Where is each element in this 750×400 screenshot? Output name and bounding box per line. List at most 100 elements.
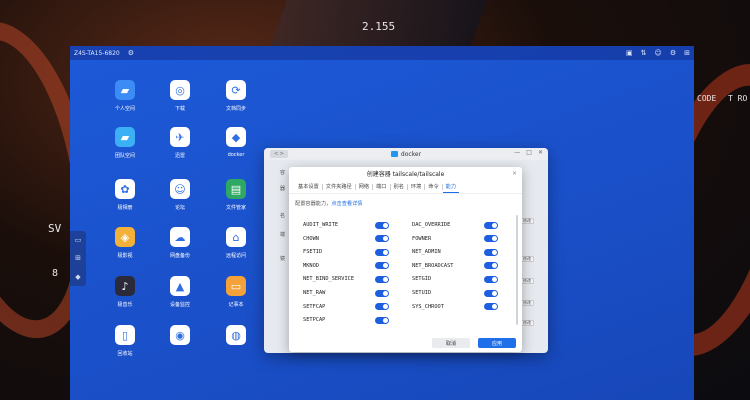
desktop-app-网盘备份[interactable]: ☁ 网盘备份: [160, 227, 200, 259]
desktop-app-记事本[interactable]: ▭ 记事本: [216, 276, 256, 308]
desktop-app-极音乐[interactable]: ♪ 极音乐: [105, 276, 145, 308]
remote-access-icon: ⌂: [226, 227, 246, 247]
sync-icon: ⟳: [226, 80, 246, 100]
desktop-app-label: docker: [227, 152, 245, 158]
back-forward-nav[interactable]: < >: [270, 150, 288, 158]
capability-toggle[interactable]: [375, 262, 389, 270]
desktop-app-docker[interactable]: ◆ docker: [216, 127, 256, 158]
desktop-app-回收站[interactable]: ▯ 回收站: [105, 325, 145, 357]
desktop-app-label: 团队空间: [114, 153, 135, 159]
user-icon[interactable]: ☺: [655, 49, 662, 57]
desktop-app-文件管家[interactable]: ▤ 文件管家: [216, 179, 256, 211]
edit-button[interactable]: 修改: [520, 218, 534, 224]
capability-label: FSETID: [303, 249, 323, 256]
tab-3[interactable]: 端口: [373, 180, 389, 193]
sort-icon[interactable]: ⇅: [641, 49, 647, 57]
disk-icon: ◉: [170, 325, 190, 345]
desktop-app-下载[interactable]: ◎ 下载: [160, 80, 200, 112]
dock-apps-icon[interactable]: ⊞: [75, 254, 81, 262]
desktop-app-团队空间[interactable]: ▰ 团队空间: [105, 127, 145, 159]
edit-button[interactable]: 修改: [520, 256, 534, 262]
capability-toggle[interactable]: [375, 248, 389, 256]
capability-toggle[interactable]: [375, 303, 389, 311]
desktop-app-label: 文件管家: [225, 205, 246, 211]
docker-titlebar: < > docker — □ ✕: [264, 148, 548, 160]
edit-button[interactable]: 修改: [520, 278, 534, 284]
dock-docker-icon[interactable]: ◆: [75, 273, 80, 281]
folder-icon: ▰: [115, 80, 135, 100]
control-panel-icon[interactable]: ▣: [626, 49, 633, 57]
details-link[interactable]: 点击查看详情: [331, 201, 362, 207]
create-container-dialog: 创建容器 tailscale/tailscale × 基本设置 文件夹路径 网络 端口…: [289, 167, 522, 352]
music-icon: ♪: [115, 276, 135, 296]
desktop-app-label: 论坛: [174, 205, 185, 211]
desktop-app-disk-icon[interactable]: ◉: [160, 325, 200, 345]
capability-toggle[interactable]: [375, 235, 389, 243]
gear-icon[interactable]: ⚙: [670, 49, 676, 57]
cancel-button[interactable]: 取消: [432, 338, 470, 348]
apply-button[interactable]: 应用: [478, 338, 516, 348]
tab-6[interactable]: 命令: [425, 180, 441, 193]
capability-toggle[interactable]: [484, 221, 498, 229]
capability-label: SETUID: [412, 290, 432, 296]
tab-1[interactable]: 文件夹路径: [323, 180, 355, 193]
desktop-app-safe-icon[interactable]: ◍: [216, 325, 256, 345]
tab-5[interactable]: 环境: [408, 180, 424, 193]
scrollbar[interactable]: [516, 215, 518, 325]
tab-4[interactable]: 别名: [391, 180, 407, 193]
capability-label: NET_BIND_SERVICE: [303, 276, 355, 283]
close-icon[interactable]: ✕: [538, 149, 543, 156]
dialog-title: 创建容器 tailscale/tailscale: [366, 171, 445, 178]
capability-toggle[interactable]: [375, 289, 389, 297]
window-controls: — □ ✕: [514, 149, 543, 156]
capability-toggle[interactable]: [484, 289, 498, 297]
minimize-icon[interactable]: —: [514, 149, 520, 156]
capability-label: FOWNER: [412, 235, 432, 242]
tab-0[interactable]: 基本设置: [295, 180, 322, 193]
desktop-app-label: 极相册: [117, 205, 133, 211]
capability-toggle[interactable]: [484, 248, 498, 256]
hint-text: 配置容器能力，: [295, 201, 332, 207]
desktop-app-设备监控[interactable]: ▲ 设备监控: [160, 276, 200, 308]
settings-gear-icon[interactable]: ⚙: [128, 49, 134, 57]
side-hint: 端: [280, 232, 286, 238]
desktop-app-label: 极影视: [117, 253, 133, 259]
desktop-app-label: 个人空间: [114, 106, 135, 112]
wallpaper-tro: T RO: [728, 94, 748, 103]
capability-label: SETPCAP: [303, 317, 326, 324]
tab-2[interactable]: 网络: [356, 180, 372, 193]
desktop-app-文档同步[interactable]: ⟳ 文档同步: [216, 80, 256, 112]
dock-window-icon[interactable]: ▭: [75, 236, 82, 244]
edit-button[interactable]: 修改: [520, 320, 534, 326]
dialog-footer: 取消 应用: [432, 338, 516, 348]
capability-label: AUDIT_WRITE: [303, 222, 339, 228]
close-icon[interactable]: ×: [512, 170, 517, 177]
team-folder-icon: ▰: [115, 127, 135, 147]
side-hint: 容: [280, 170, 286, 176]
capability-toggle[interactable]: [484, 235, 498, 243]
desktop-app-迅雷[interactable]: ✈ 迅雷: [160, 127, 200, 159]
capability-toggle[interactable]: [484, 262, 498, 270]
maximize-icon[interactable]: □: [526, 149, 532, 156]
capability-toggle[interactable]: [484, 303, 498, 311]
grid-icon[interactable]: ⊞: [684, 49, 690, 57]
wallpaper-sv: SV: [48, 222, 62, 235]
desktop-app-个人空间[interactable]: ▰ 个人空间: [105, 80, 145, 112]
wallpaper-number: 2.155: [362, 20, 396, 33]
capability-toggle[interactable]: [375, 221, 389, 229]
tab-7[interactable]: 能力: [442, 180, 460, 193]
capability-toggle[interactable]: [484, 275, 498, 283]
desktop-app-极相册[interactable]: ✿ 极相册: [105, 179, 145, 211]
capability-toggle[interactable]: [375, 316, 389, 324]
notepad-icon: ▭: [226, 276, 246, 296]
desktop-app-label: 下载: [174, 106, 185, 112]
docker-icon: ◆: [226, 127, 246, 147]
capability-label: SETGID: [412, 276, 432, 283]
capability-toggle[interactable]: [375, 275, 389, 283]
desktop-app-极影视[interactable]: ◈ 极影视: [105, 227, 145, 259]
desktop-app-远程访问[interactable]: ⌂ 远程访问: [216, 227, 256, 259]
desktop-app-label: 记事本: [228, 302, 244, 308]
edit-button[interactable]: 修改: [520, 300, 534, 306]
desktop-app-论坛[interactable]: ☺ 论坛: [160, 179, 200, 211]
capability-label: SYS_CHROOT: [412, 303, 444, 310]
